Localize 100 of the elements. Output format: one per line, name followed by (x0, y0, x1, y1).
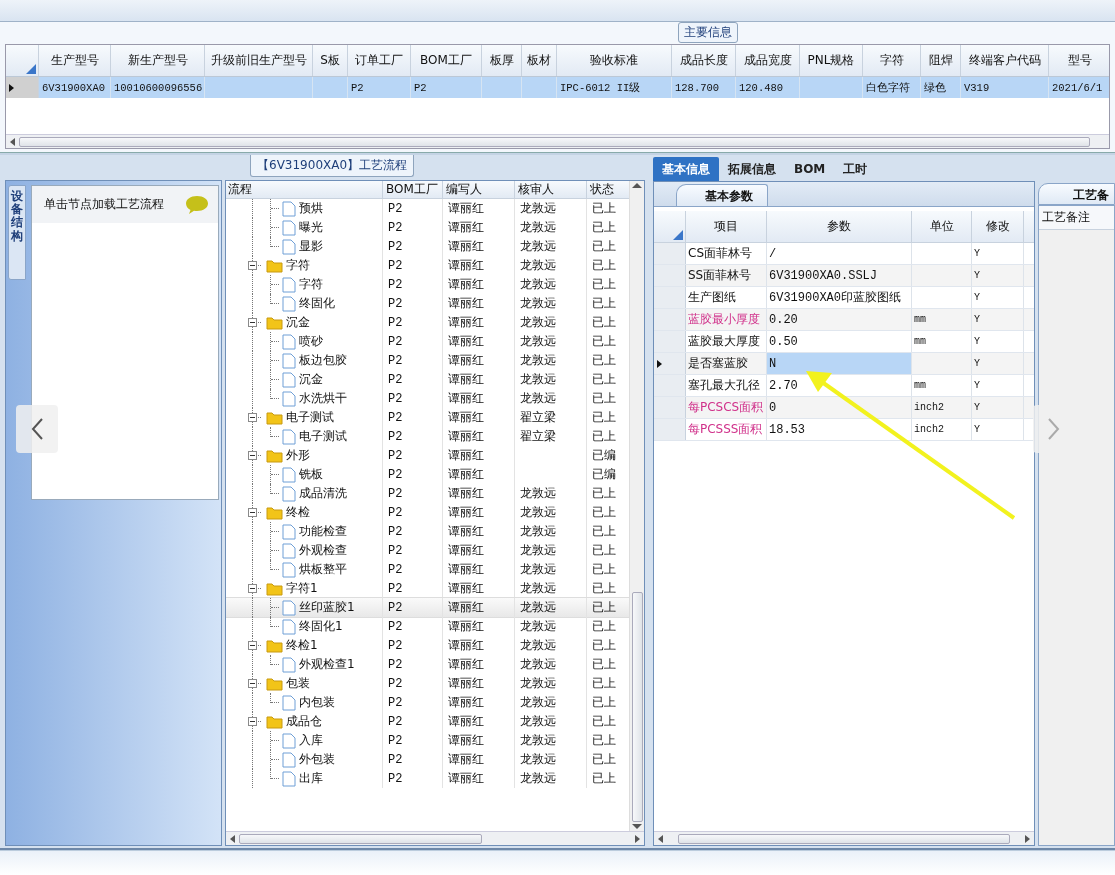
tree-node-label: 沉金 (286, 314, 310, 331)
column-header[interactable]: 阻焊 (921, 45, 961, 76)
tree-node-label: 字符1 (286, 580, 318, 597)
column-header[interactable]: 终端客户代码 (961, 45, 1049, 76)
column-header[interactable]: 新生产型号 (111, 45, 205, 76)
tab[interactable]: BOM (785, 157, 835, 181)
row-header[interactable] (654, 353, 686, 374)
panel-title: 【6V31900XA0】工艺流程 (250, 155, 415, 177)
collapse-icon[interactable] (248, 261, 257, 270)
table-cell: P2 (388, 258, 403, 273)
tree-node-label: 终固化 (299, 295, 335, 312)
column-header[interactable]: 单位 (912, 211, 972, 242)
scrollbar-thumb[interactable] (677, 833, 1011, 844)
scroll-right-icon[interactable] (1025, 834, 1030, 843)
table-cell: 18.53 (769, 422, 805, 437)
table-cell: 已上 (592, 599, 616, 616)
table-cell: 0 (769, 400, 777, 415)
table-cell: Y (974, 292, 980, 303)
column-header[interactable]: 订单工厂 (348, 45, 411, 76)
table-cell: 龙敦远 (520, 618, 556, 635)
tree-row[interactable]: 丝印蓝胶1 P2 谭丽红 龙敦远 已上 (226, 598, 629, 617)
column-header[interactable]: 字符 (863, 45, 921, 76)
column-header[interactable]: 成品宽度 (736, 45, 800, 76)
table-cell: 谭丽红 (448, 390, 484, 407)
column-header[interactable]: 生产型号 (39, 45, 111, 76)
column-header[interactable]: 项目 (686, 211, 767, 242)
table-cell: P2 (388, 524, 403, 539)
column-header[interactable]: 参数 (767, 211, 912, 242)
column-header[interactable]: 修改 (972, 211, 1024, 242)
table-cell: 128.700 (675, 81, 720, 94)
scroll-right-icon[interactable] (635, 834, 640, 843)
column-header[interactable]: BOM工厂 (411, 45, 482, 76)
table-cell: 谭丽红 (448, 485, 484, 502)
document-icon (282, 200, 296, 217)
sub-tab[interactable]: 工艺备 (1038, 183, 1115, 205)
column-header[interactable]: S板 (313, 45, 348, 76)
table-cell: 龙敦远 (520, 770, 556, 787)
scrollbar-thumb[interactable] (631, 591, 643, 822)
table-cell: 已上 (592, 257, 616, 274)
table-cell: 6V31900XA0 (42, 81, 105, 94)
table-cell: 已上 (592, 219, 616, 236)
document-icon (282, 333, 296, 350)
collapse-icon[interactable] (248, 318, 257, 327)
table-cell: 已上 (592, 314, 616, 331)
table-cell: P2 (388, 353, 403, 368)
document-icon (282, 295, 296, 312)
table-cell: 每PCSCS面积 (688, 399, 764, 416)
collapse-icon[interactable] (248, 413, 257, 422)
column-header[interactable]: 型号 (1049, 45, 1109, 76)
tab[interactable]: 拓展信息 (719, 157, 785, 181)
table-cell: IPC-6012 II级 (560, 80, 641, 95)
column-header[interactable]: 核审人 (515, 181, 587, 198)
tree-node-label: 入库 (299, 732, 323, 749)
folder-icon (266, 505, 283, 520)
tab[interactable]: 工时 (834, 157, 877, 181)
scroll-up-icon[interactable] (632, 183, 642, 188)
scrollbar-thumb[interactable] (239, 833, 483, 844)
column-header[interactable]: 成品长度 (672, 45, 736, 76)
scroll-left-icon[interactable] (658, 834, 663, 843)
document-icon (282, 238, 296, 255)
collapse-icon[interactable] (248, 508, 257, 517)
tab[interactable]: 基本信息 (653, 157, 719, 181)
column-header[interactable]: 板材 (522, 45, 557, 76)
hint-text: 单击节点加载工艺流程 (44, 196, 164, 213)
collapse-icon[interactable] (248, 717, 257, 726)
folder-icon (266, 258, 283, 273)
table-cell: 已上 (592, 200, 616, 217)
column-header[interactable]: PNL规格 (800, 45, 863, 76)
table-cell: 谭丽红 (448, 238, 484, 255)
table-cell: Y (974, 336, 980, 347)
column-header[interactable]: 工艺备注 (1039, 206, 1114, 230)
sub-tab[interactable]: 基本参数 (676, 184, 768, 206)
column-header[interactable]: 验收标准 (557, 45, 672, 76)
table-cell: 谭丽红 (448, 352, 484, 369)
table-cell: 谭丽红 (448, 428, 484, 445)
table-cell: 已上 (592, 276, 616, 293)
tree-node-label: 板边包胶 (299, 352, 347, 369)
table-cell: 10010600096556 (114, 81, 203, 94)
row-pointer-icon (9, 83, 14, 92)
column-header[interactable]: 编写人 (443, 181, 515, 198)
collapse-icon[interactable] (248, 641, 257, 650)
collapse-icon[interactable] (248, 679, 257, 688)
table-cell: Y (974, 380, 980, 391)
column-header[interactable]: 流程 (226, 181, 383, 198)
collapse-icon[interactable] (248, 584, 257, 593)
previous-button[interactable] (16, 405, 58, 453)
column-header[interactable]: BOM工厂 (383, 181, 443, 198)
table-cell: 谭丽红 (448, 371, 484, 388)
column-header[interactable]: 升级前旧生产型号 (205, 45, 313, 76)
side-tab[interactable]: 设备结构 (8, 185, 26, 280)
table-cell: 已上 (592, 371, 616, 388)
table-cell: 绿色 (924, 80, 946, 95)
tree-node-label: 丝印蓝胶1 (299, 599, 355, 616)
scrollbar-thumb[interactable] (19, 136, 1091, 147)
collapse-icon[interactable] (248, 451, 257, 460)
column-header[interactable]: 板厚 (482, 45, 522, 76)
table-cell: P2 (388, 600, 403, 615)
table-cell: 生产图纸 (688, 289, 736, 306)
table-row[interactable]: 6V31900XA0 10010600096556 P2 P2 IPC-6012 II级 128.700 120.480 白色字符 绿色 V319 2021/6/1 (6, 77, 1109, 98)
table-cell: P2 (388, 334, 403, 349)
